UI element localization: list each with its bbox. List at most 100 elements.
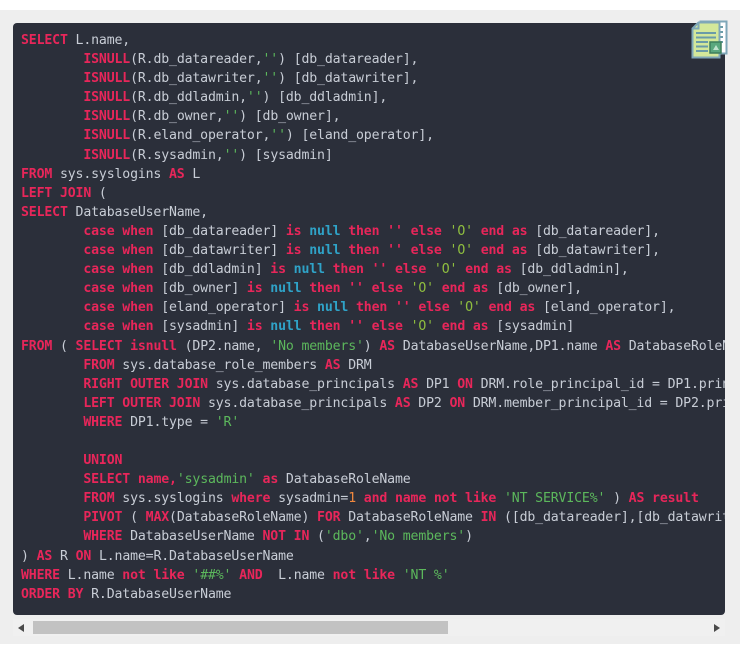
code-token: as [254,472,279,488]
code-token: is [285,223,302,239]
code-token: ISNULL [83,109,131,125]
code-token: 'O' [441,243,481,259]
code-token: sys.database_principals [200,395,395,411]
copy-documents-icon-svg [691,20,728,59]
code-token: [db_owner] [153,281,247,297]
code-token: IN [480,510,497,526]
page-root: SELECT L.name, ISNULL(R.db_datareader,''… [0,0,740,655]
code-token: sys.database_principals [207,376,403,392]
code-token: ) [db_ddladmin], [262,90,388,106]
code-token: is [285,243,302,259]
code-token: else [410,223,442,239]
code-token: MAX [145,510,170,526]
code-token: then [309,319,341,335]
code-token: 1 [348,491,356,507]
code-token: [db_ddladmin], [511,262,629,278]
code-token: '' [262,71,279,87]
code-token: SELECT [75,338,123,354]
code-token: (R.db_datareader, [130,52,263,68]
code-scroll-viewport[interactable]: SELECT L.name, ISNULL(R.db_datareader,''… [13,23,725,615]
code-token: not like [122,567,185,583]
code-token: FROM [21,166,53,182]
code-token: DatabaseUserName,DP1.name [394,338,606,354]
code-token: AS [36,548,53,564]
code-token: '' [262,52,279,68]
code-token: '' [223,147,240,163]
code-token: AS [379,338,395,354]
code-token: is [246,281,263,297]
code-token: [db_datareader], [527,223,660,239]
sql-code[interactable]: SELECT L.name, ISNULL(R.db_datareader,''… [13,23,725,604]
scrollbar-thumb[interactable] [33,621,448,634]
code-token: FROM [83,491,115,507]
code-token: NOT IN [262,529,310,545]
triangle-left-icon [18,623,24,632]
code-token: DatabaseUserName [122,529,263,545]
code-token: RIGHT OUTER JOIN [83,376,208,392]
code-token: DP1.type = [122,414,216,430]
triangle-right-icon [714,623,720,632]
code-token: [db_datawriter], [527,243,660,259]
code-token: ON [75,548,92,564]
code-token: L.name [262,567,333,583]
code-token: (R.sysadmin, [130,147,224,163]
code-token: ( [52,338,76,354]
code-token: end as [465,262,512,278]
code-token: ( [91,185,107,201]
code-token: L.name [59,567,123,583]
code-token: is [270,262,286,278]
code-token: ORDER BY [21,586,84,602]
code-token: ISNULL [83,128,131,144]
code-token: [db_datareader] [153,223,286,239]
code-token: else [418,300,450,316]
code-token: where [231,491,271,507]
code-token: '' [340,281,372,297]
code-token: else [371,319,403,335]
code-token: ISNULL [83,52,131,68]
code-token: ON [457,376,473,392]
code-token: [eland_operator] [153,300,294,316]
code-token: ON [449,395,466,411]
code-token: ) [363,338,380,354]
code-token: null [309,300,356,316]
scroll-right-arrow-icon[interactable] [709,619,725,636]
code-token: LEFT OUTER JOIN [83,395,201,411]
code-token: then [348,243,380,259]
code-token: WHERE [83,529,123,545]
code-token: sys.syslogins [52,166,170,182]
code-token: WHERE [21,567,60,583]
code-token: SELECT [21,204,68,220]
code-token: is [293,300,310,316]
scroll-left-arrow-icon[interactable] [13,619,29,636]
code-token: 'NT SERVICE%' [496,491,606,507]
code-token: name, [130,472,177,488]
code-token: WHERE [83,414,123,430]
code-token: ) [605,491,629,507]
code-token: DP2 [410,395,450,411]
code-token: AS [605,338,621,354]
code-token: FOR [317,510,341,526]
code-token: [db_owner], [488,281,582,297]
code-token: ) [db_datawriter], [278,71,419,87]
copy-documents-icon[interactable] [688,19,730,59]
code-token: DatabaseUserName, [67,204,209,220]
code-token: AS [324,357,341,373]
code-token: '' [379,243,411,259]
code-token: and name not like [356,491,497,507]
code-token: '' [387,300,419,316]
scrollbar-track[interactable] [29,619,709,636]
code-token: UNION [83,453,123,469]
horizontal-scrollbar[interactable] [13,619,725,636]
code-token: ( [309,529,325,545]
code-token: '' [340,319,372,335]
code-block: SELECT L.name, ISNULL(R.db_datareader,''… [13,23,725,615]
